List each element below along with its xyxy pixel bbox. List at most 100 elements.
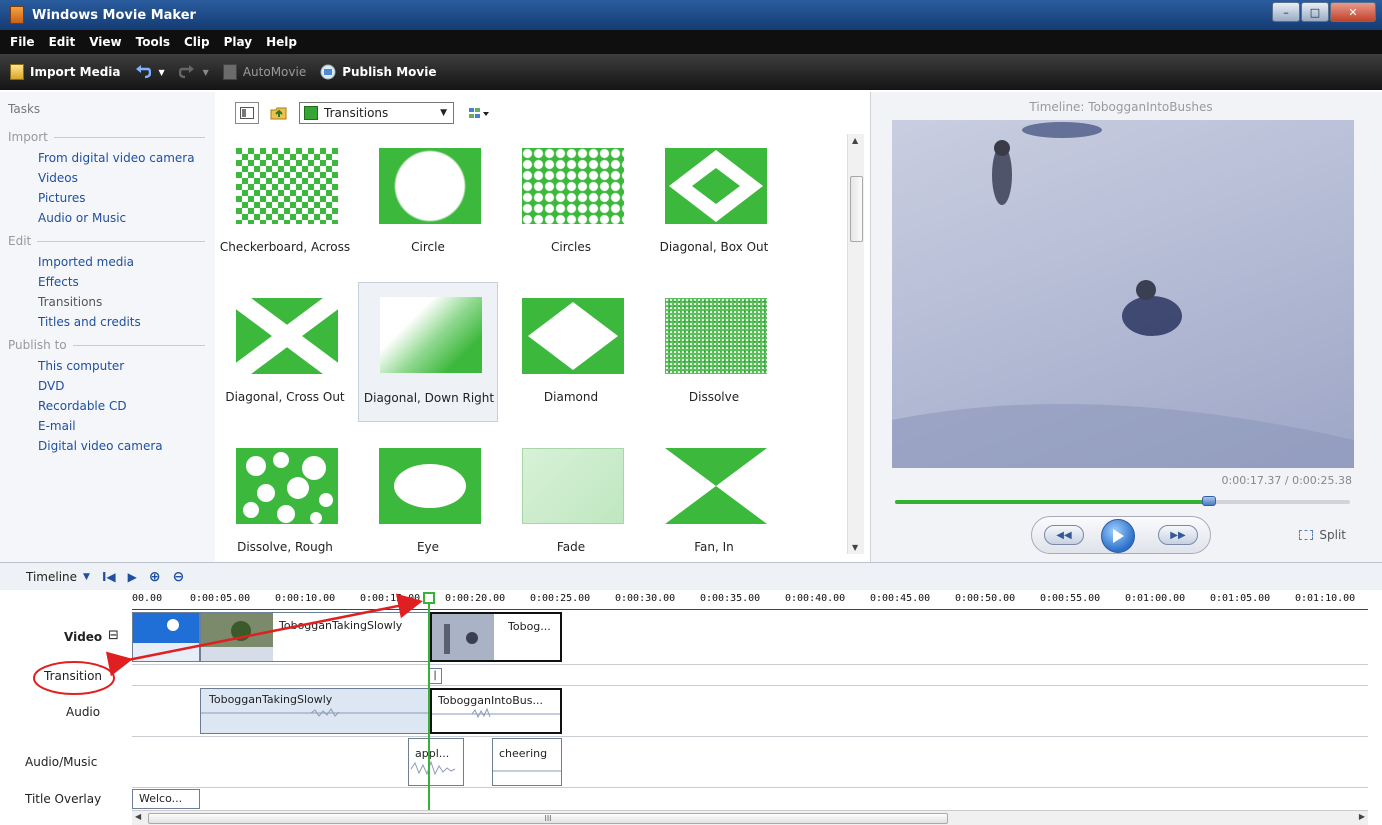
video-clip-toboggan-into-bushes[interactable]: Tobog... xyxy=(430,612,562,662)
up-folder-button[interactable] xyxy=(267,102,291,124)
ruler-tick-label: 0:00:20.00 xyxy=(445,593,506,604)
transition-tile-circle[interactable]: Circle xyxy=(358,142,498,272)
window-controls: – □ ✕ xyxy=(1271,2,1376,22)
play-button[interactable] xyxy=(1101,519,1135,553)
task-link-digital-video-camera[interactable]: Digital video camera xyxy=(8,436,215,456)
chevron-down-icon[interactable]: ▼ xyxy=(83,572,90,582)
split-button[interactable]: Split xyxy=(1299,528,1346,542)
view-options-button[interactable] xyxy=(462,102,496,124)
transition-marker[interactable]: | xyxy=(428,668,442,684)
task-link-pictures[interactable]: Pictures xyxy=(8,188,215,208)
audio-clip-toboggan-into-bushes[interactable]: TobogganIntoBus... xyxy=(430,688,562,734)
transition-label: Eye xyxy=(416,540,440,554)
task-link-titles-and-credits[interactable]: Titles and credits xyxy=(8,312,215,332)
audio-waveform-icon xyxy=(493,770,561,772)
scroll-right-icon[interactable]: ▶ xyxy=(1359,812,1365,821)
maximize-button[interactable]: □ xyxy=(1301,2,1329,22)
video-clip-thumbnail xyxy=(133,613,199,661)
task-link-effects[interactable]: Effects xyxy=(8,272,215,292)
audio-waveform-icon xyxy=(410,760,456,776)
task-link-imported-media[interactable]: Imported media xyxy=(8,252,215,272)
task-link-email[interactable]: E-mail xyxy=(8,416,215,436)
menu-clip[interactable]: Clip xyxy=(184,35,210,49)
transition-tile-dissolve[interactable]: Dissolve xyxy=(644,292,784,422)
play-timeline-icon[interactable]: ▶ xyxy=(128,570,137,584)
diagonal-box-out-icon xyxy=(665,148,767,224)
timeline-ruler[interactable]: 00.00 0:00:05.00 0:00:10.00 0:00:15.00 0… xyxy=(132,590,1368,610)
transition-tile-dissolve-rough[interactable]: Dissolve, Rough xyxy=(215,442,355,572)
undo-button[interactable]: ▼ xyxy=(135,65,165,79)
seek-knob[interactable] xyxy=(1201,496,1216,506)
video-clip[interactable] xyxy=(132,612,200,662)
scroll-thumb[interactable]: III xyxy=(148,813,948,824)
circle-icon xyxy=(379,148,481,224)
menu-help[interactable]: Help xyxy=(266,35,297,49)
menu-play[interactable]: Play xyxy=(224,35,252,49)
tasks-group-title: Edit xyxy=(8,234,32,248)
transition-tile-fan-in[interactable]: Fan, In xyxy=(644,442,784,572)
content-scrollbar[interactable]: ▲ ▼ xyxy=(847,134,864,554)
transition-tile-diagonal-down-right[interactable]: Diagonal, Down Right xyxy=(358,282,498,422)
menu-file[interactable]: File xyxy=(10,35,35,49)
transition-tile-checkerboard-across[interactable]: Checkerboard, Across xyxy=(215,142,355,272)
collapse-track-icon[interactable]: ⊟ xyxy=(108,628,119,643)
task-link-recordable-cd[interactable]: Recordable CD xyxy=(8,396,215,416)
audio-waveform-icon xyxy=(201,708,429,717)
view-category-dropdown[interactable]: Transitions ▼ xyxy=(299,102,454,124)
seek-bar[interactable] xyxy=(895,496,1350,506)
close-button[interactable]: ✕ xyxy=(1330,2,1376,22)
transition-tile-circles[interactable]: Circles xyxy=(501,142,641,272)
video-clip-title: Tobog... xyxy=(508,620,551,633)
transition-tile-fade[interactable]: Fade xyxy=(501,442,641,572)
next-frame-button[interactable]: ▶▶ xyxy=(1158,525,1198,545)
redo-dropdown-icon[interactable]: ▼ xyxy=(203,68,209,77)
task-link-videos[interactable]: Videos xyxy=(8,168,215,188)
transition-tile-eye[interactable]: Eye xyxy=(358,442,498,572)
ruler-tick-label: 0:00:45.00 xyxy=(870,593,931,604)
zoom-in-icon[interactable]: ⊕ xyxy=(149,569,161,585)
music-clip-applause[interactable]: appl... xyxy=(408,738,464,786)
transition-tile-diagonal-cross-out[interactable]: Diagonal, Cross Out xyxy=(215,292,355,422)
scroll-left-icon[interactable]: ◀ xyxy=(135,812,141,821)
scroll-thumb[interactable] xyxy=(850,176,863,242)
timeline-view-label[interactable]: Timeline xyxy=(26,570,77,584)
menu-view[interactable]: View xyxy=(89,35,121,49)
publish-movie-button[interactable]: Publish Movie xyxy=(320,64,436,80)
title-overlay-clip[interactable]: Welco... xyxy=(132,789,200,809)
diagonal-cross-out-shape xyxy=(236,298,338,374)
audio-clip-toboggan-taking-slowly[interactable]: TobogganTakingSlowly xyxy=(200,688,430,734)
transition-label: Circles xyxy=(551,240,591,254)
redo-button[interactable]: ▼ xyxy=(178,65,209,79)
menu-tools[interactable]: Tools xyxy=(136,35,170,49)
music-clip-cheering[interactable]: cheering xyxy=(492,738,562,786)
undo-dropdown-icon[interactable]: ▼ xyxy=(159,68,165,77)
scroll-up-icon[interactable]: ▲ xyxy=(852,136,858,145)
task-link-audio-or-music[interactable]: Audio or Music xyxy=(8,208,215,228)
preview-monitor[interactable] xyxy=(892,120,1354,468)
transition-label: Diagonal, Cross Out xyxy=(225,390,345,404)
timeline-scrollbar[interactable]: ◀ III ▶ xyxy=(132,810,1368,825)
playhead-handle[interactable] xyxy=(423,592,435,604)
scroll-down-icon[interactable]: ▼ xyxy=(852,543,858,552)
zoom-out-icon[interactable]: ⊖ xyxy=(173,569,185,585)
previous-frame-button[interactable]: ◀◀ xyxy=(1044,525,1084,545)
task-link-this-computer[interactable]: This computer xyxy=(8,356,215,376)
window-title: Windows Movie Maker xyxy=(32,7,196,23)
task-link-dvd[interactable]: DVD xyxy=(8,376,215,396)
tasks-group-publish: Publish to xyxy=(8,338,215,352)
menu-edit[interactable]: Edit xyxy=(49,35,76,49)
next-frame-icon: ▶▶ xyxy=(1170,529,1186,541)
track-divider xyxy=(132,736,1368,737)
track-divider xyxy=(132,664,1368,665)
transition-tile-diagonal-box-out[interactable]: Diagonal, Box Out xyxy=(644,142,784,272)
preview-frame-image xyxy=(892,122,1354,468)
import-media-button[interactable]: Import Media xyxy=(10,64,121,80)
rewind-timeline-icon[interactable]: I◀ xyxy=(102,570,116,584)
video-clip-toboggan-taking-slowly[interactable]: TobogganTakingSlowly xyxy=(200,612,430,662)
automovie-button[interactable]: AutoMovie xyxy=(222,64,306,80)
timeline-playhead[interactable] xyxy=(428,592,430,817)
minimize-button[interactable]: – xyxy=(1272,2,1300,22)
tasks-toggle-button[interactable] xyxy=(235,102,259,124)
task-link-from-digital-video-camera[interactable]: From digital video camera xyxy=(8,148,215,168)
transition-tile-diamond[interactable]: Diamond xyxy=(501,292,641,422)
